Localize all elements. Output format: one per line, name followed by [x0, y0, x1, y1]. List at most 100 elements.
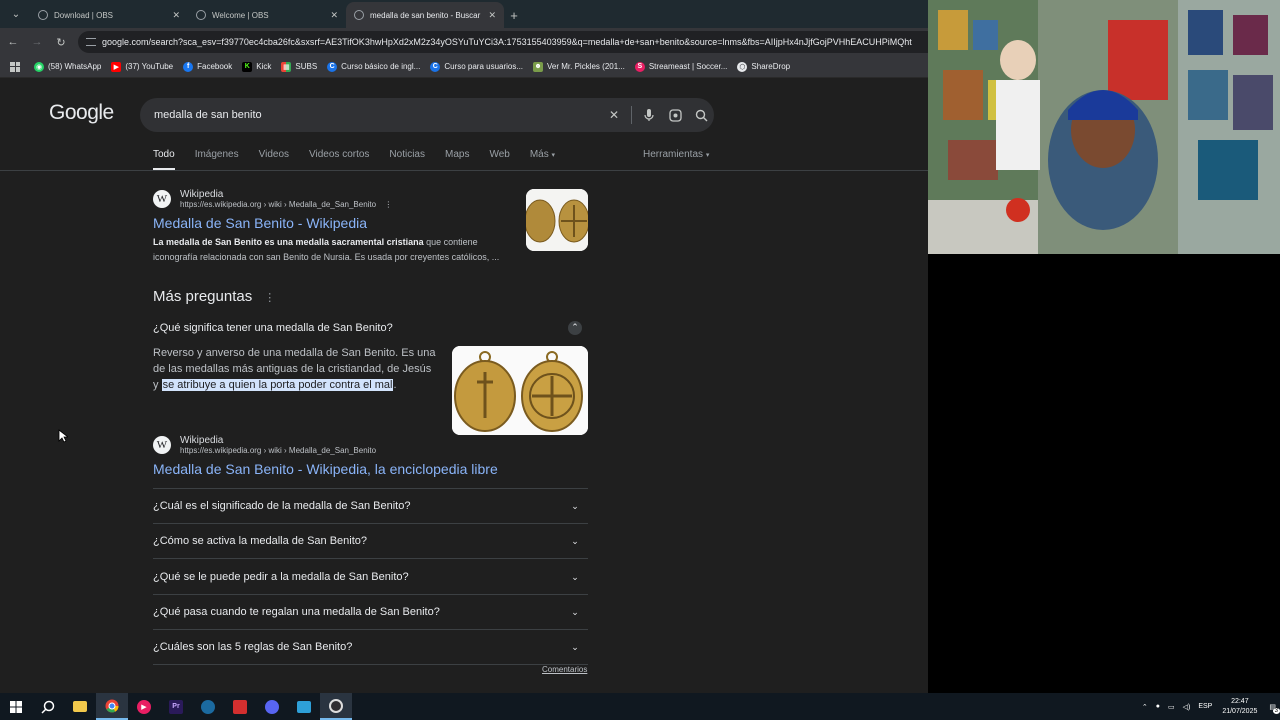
taskbar-obs[interactable]: [320, 693, 352, 720]
chevron-down-icon: ⌄: [571, 571, 579, 582]
taskbar-chrome[interactable]: [96, 693, 128, 720]
bookmark-mr-pickles[interactable]: ☻ Ver Mr. Pickles (201...: [533, 61, 625, 72]
paa-answer-source: W Wikipedia https://es.wikipedia.org › w…: [153, 435, 498, 477]
taskbar-steam[interactable]: [192, 693, 224, 720]
microphone-icon[interactable]: [636, 102, 662, 128]
taskbar-app-blue[interactable]: [288, 693, 320, 720]
taskbar-media-app[interactable]: ▶: [128, 693, 160, 720]
paa-question-expanded[interactable]: ¿Qué significa tener una medalla de San …: [153, 310, 588, 345]
mouse-cursor-icon: [58, 429, 70, 448]
tab-mas[interactable]: Más ▾: [530, 149, 555, 170]
microphone-icon[interactable]: ●: [1156, 703, 1160, 710]
desktop-background: [928, 254, 1280, 693]
taskbar-discord[interactable]: [256, 693, 288, 720]
bookmark-whatsapp[interactable]: ◉ (58) WhatsApp: [34, 61, 101, 72]
answer-source-link[interactable]: Medalla de San Benito - Wikipedia, la en…: [153, 461, 498, 477]
chevron-down-icon: ⌄: [11, 8, 21, 20]
globe-icon: [38, 10, 48, 20]
tab-noticias[interactable]: Noticias: [389, 149, 425, 170]
tab-search-button[interactable]: ⌄: [4, 3, 28, 25]
feedback-link[interactable]: Comentarios: [542, 665, 587, 674]
bookmark-sharedrop[interactable]: ⬡ ShareDrop: [737, 61, 790, 72]
screen: ⌄ Download | OBS ✕ Welcome | OBS ✕ medal…: [0, 0, 1280, 720]
answer-source[interactable]: W Wikipedia https://es.wikipedia.org › w…: [153, 435, 498, 455]
search-icon[interactable]: [688, 102, 714, 128]
paa-question[interactable]: ¿Cuáles son las 5 reglas de San Benito? …: [153, 630, 588, 665]
browser-tab-welcome-obs[interactable]: Welcome | OBS ✕: [188, 2, 346, 28]
result-thumbnail[interactable]: [526, 189, 588, 251]
bookmark-youtube[interactable]: ▶ (37) YouTube: [111, 61, 173, 72]
google-logo[interactable]: Google: [49, 101, 114, 125]
back-button[interactable]: ←: [2, 31, 24, 53]
bookmark-streameast[interactable]: S Streameast | Soccer...: [634, 61, 727, 72]
site-info-icon[interactable]: [86, 38, 96, 46]
network-icon[interactable]: ▭: [1168, 703, 1175, 711]
tab-todo[interactable]: Todo: [153, 149, 175, 170]
browser-tab-google-search[interactable]: medalla de san benito - Buscar ✕: [346, 2, 504, 28]
bookmark-facebook[interactable]: f Facebook: [183, 61, 232, 72]
chevron-up-icon[interactable]: ⌃: [1142, 703, 1148, 711]
chrome-icon: [105, 699, 119, 712]
search-result-wikipedia: W Wikipedia https://es.wikipedia.org › w…: [153, 189, 515, 265]
close-icon[interactable]: ✕: [488, 10, 496, 21]
close-icon[interactable]: ✕: [172, 10, 180, 21]
search-divider: [631, 106, 632, 124]
arrow-left-icon: ←: [7, 36, 19, 48]
system-tray: ⌃ ● ▭ ◁) ESP 22:47 21/07/2025 ▤ 3: [1138, 693, 1280, 720]
tab-videos-cortos[interactable]: Videos cortos: [309, 149, 369, 170]
wikipedia-icon: W: [153, 190, 171, 208]
paa-question[interactable]: ¿Qué pasa cuando te regalan una medalla …: [153, 595, 588, 630]
bookmark-kick[interactable]: K Kick: [242, 61, 271, 72]
new-tab-button[interactable]: +: [504, 5, 524, 25]
source-url: https://es.wikipedia.org › wiki › Medall…: [180, 200, 393, 209]
taskbar-search-button[interactable]: [32, 693, 64, 720]
paa-question[interactable]: ¿Cómo se activa la medalla de San Benito…: [153, 524, 588, 559]
reload-button[interactable]: ↻: [50, 31, 72, 53]
paa-answer-image[interactable]: [452, 346, 588, 435]
tab-web[interactable]: Web: [489, 149, 509, 170]
lens-icon[interactable]: [662, 102, 688, 128]
search-box[interactable]: medalla de san benito ✕: [140, 98, 714, 132]
address-bar[interactable]: google.com/search?sca_esv=f39770ec4cba26…: [78, 31, 928, 53]
taskbar-app-red[interactable]: [224, 693, 256, 720]
clock[interactable]: 22:47 21/07/2025: [1222, 697, 1257, 717]
tab-title: medalla de san benito - Buscar: [370, 10, 481, 20]
tab-imagenes[interactable]: Imágenes: [195, 149, 239, 170]
bookmarks-bar: ◉ (58) WhatsApp ▶ (37) YouTube f Facebook K…: [0, 56, 928, 78]
more-options-icon[interactable]: ⋮: [384, 200, 392, 209]
result-source[interactable]: W Wikipedia https://es.wikipedia.org › w…: [153, 189, 515, 209]
caret-down-icon: ▾: [705, 152, 710, 159]
bookmark-subs[interactable]: ▦ SUBS: [281, 61, 317, 72]
start-button[interactable]: [0, 693, 32, 720]
tools-button[interactable]: Herramientas ▾: [643, 149, 709, 160]
course-icon: C: [430, 61, 441, 72]
subs-icon: ▦: [281, 61, 292, 72]
forward-button[interactable]: →: [26, 31, 48, 53]
taskbar-premiere[interactable]: Pr: [160, 693, 192, 720]
search-input[interactable]: medalla de san benito: [154, 109, 601, 121]
taskbar-file-explorer[interactable]: [64, 693, 96, 720]
result-snippet: La medalla de San Benito es una medalla …: [153, 237, 500, 262]
discord-icon: [265, 699, 279, 714]
people-also-ask-heading: Más preguntas ⋮: [153, 288, 276, 305]
close-icon[interactable]: ✕: [330, 10, 338, 21]
search-tabs: Todo Imágenes Videos Videos cortos Notic…: [153, 149, 575, 170]
result-title-link[interactable]: Medalla de San Benito - Wikipedia: [153, 215, 515, 231]
paa-question[interactable]: ¿Cuál es el significado de la medalla de…: [153, 489, 588, 524]
streameast-icon: S: [634, 61, 645, 72]
browser-tab-download-obs[interactable]: Download | OBS ✕: [30, 2, 188, 28]
tabs-divider: [0, 170, 928, 171]
more-options-icon[interactable]: ⋮: [264, 292, 275, 304]
language-indicator[interactable]: ESP: [1198, 703, 1212, 710]
chevron-down-icon: ⌄: [571, 535, 579, 546]
bookmark-curso-ingles[interactable]: C Curso básico de ingl...: [327, 61, 420, 72]
tab-maps[interactable]: Maps: [445, 149, 469, 170]
apps-grid-icon[interactable]: [10, 61, 20, 72]
bookmark-curso-usuarios[interactable]: C Curso para usuarios...: [430, 61, 523, 72]
volume-icon[interactable]: ◁): [1183, 703, 1191, 711]
clear-icon[interactable]: ✕: [601, 102, 627, 128]
paa-question[interactable]: ¿Qué se le puede pedir a la medalla de S…: [153, 560, 588, 595]
facebook-icon: f: [183, 61, 194, 72]
tab-videos[interactable]: Videos: [259, 149, 289, 170]
notification-icon[interactable]: ▤ 3: [1269, 703, 1280, 714]
